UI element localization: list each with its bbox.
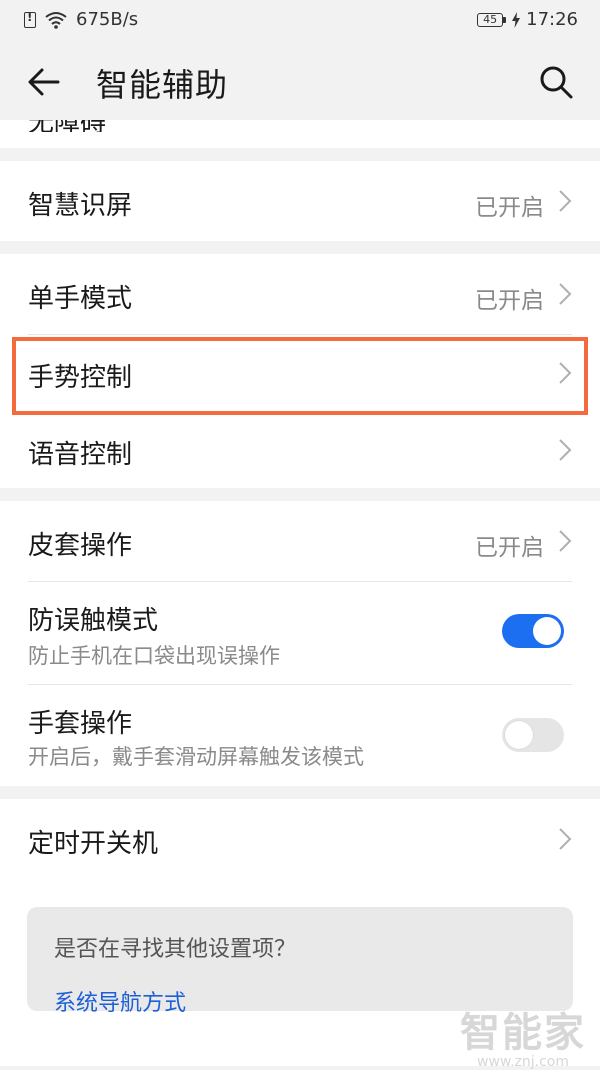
row-cover-operation[interactable]: 皮套操作 已开启: [0, 501, 600, 581]
scrolled-group: 无障碍: [0, 120, 600, 148]
row-glove-mode: 手套操作 开启后，戴手套滑动屏幕触发该模式: [0, 685, 600, 786]
row-status: 已开启: [475, 535, 544, 561]
charging-icon: [512, 11, 521, 28]
network-speed: 675B/s: [76, 9, 139, 30]
watermark-logo: 智能家 www.znj.com: [460, 1000, 586, 1070]
row-one-hand-mode[interactable]: 单手模式 已开启: [0, 254, 600, 334]
row-scheduled-power[interactable]: 定时开关机: [0, 799, 600, 881]
watermark-url: www.znj.com: [477, 1054, 569, 1070]
back-arrow-icon[interactable]: [24, 62, 64, 102]
row-title: 手套操作: [28, 709, 133, 739]
chevron-right-icon: [559, 530, 572, 552]
suggestion-link[interactable]: 系统导航方式: [54, 985, 186, 1017]
partial-item[interactable]: 无障碍: [28, 120, 148, 132]
row-subtitle: 防止手机在口袋出现误操作: [28, 644, 280, 668]
group-touch: 皮套操作 已开启 防误触模式 防止手机在口袋出现误操作 手套操作 开启后，戴手套…: [0, 501, 600, 786]
watermark-brand: 智能家: [460, 1010, 586, 1056]
row-voice-control[interactable]: 语音控制: [0, 414, 600, 488]
pocket-mode-toggle[interactable]: [502, 614, 564, 648]
row-title: 定时开关机: [28, 829, 159, 859]
battery-icon: 45: [477, 12, 507, 27]
group-smart-screen: 智慧识屏 已开启: [0, 161, 600, 241]
chevron-right-icon: [559, 828, 572, 850]
partial-item-label: 无障碍: [28, 120, 106, 132]
suggestion-question: 是否在寻找其他设置项？: [54, 937, 297, 962]
glove-mode-toggle[interactable]: [502, 718, 564, 752]
chevron-right-icon: [559, 283, 572, 305]
row-title: 单手模式: [28, 284, 133, 314]
page-title: 智能辅助: [96, 66, 229, 104]
battery-level: 45: [477, 12, 504, 27]
chevron-right-icon: [559, 190, 572, 212]
row-title: 防误触模式: [28, 606, 159, 636]
suggestion-card: 是否在寻找其他设置项？ 系统导航方式: [27, 907, 573, 1016]
app-header: 智能辅助: [0, 42, 600, 120]
row-status: 已开启: [475, 288, 544, 314]
row-title: 皮套操作: [28, 531, 133, 561]
row-smart-screen[interactable]: 智慧识屏 已开启: [0, 161, 600, 241]
highlight-box: [12, 337, 588, 415]
search-icon[interactable]: [538, 64, 574, 100]
sim-alert-icon: [24, 10, 36, 28]
row-title: 智慧识屏: [28, 191, 133, 221]
row-status: 已开启: [475, 195, 544, 221]
status-bar: 675B/s 45 17:26: [0, 0, 600, 42]
wifi-icon: [45, 11, 67, 29]
chevron-right-icon: [559, 439, 572, 461]
row-subtitle: 开启后，戴手套滑动屏幕触发该模式: [28, 745, 364, 769]
row-pocket-mode: 防误触模式 防止手机在口袋出现误操作: [0, 582, 600, 684]
clock: 17:26: [526, 9, 578, 30]
row-title: 语音控制: [28, 440, 133, 470]
